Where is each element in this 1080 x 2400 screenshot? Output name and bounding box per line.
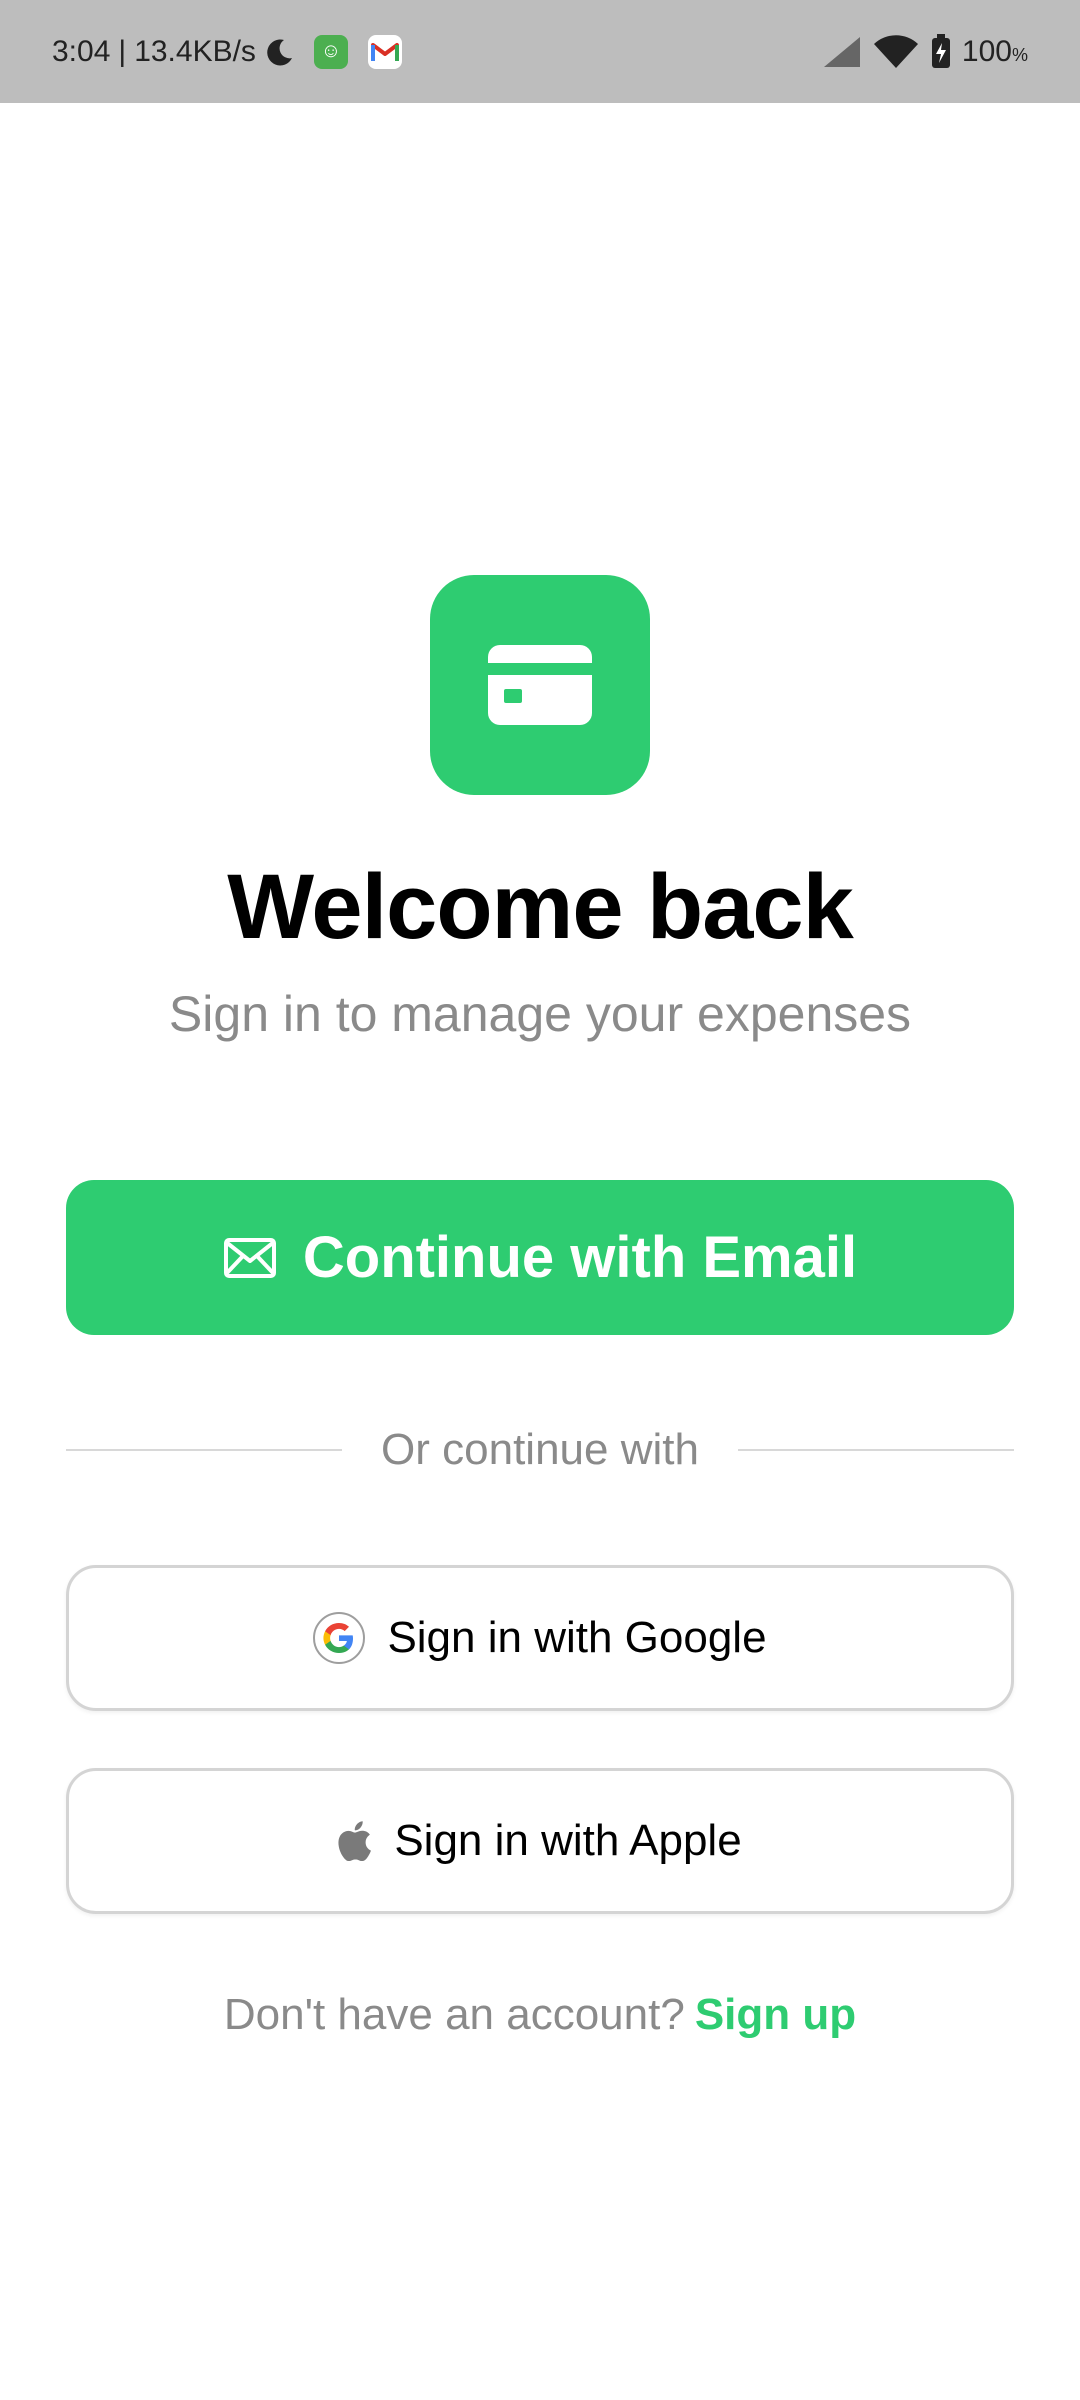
status-bar: 3:04 | 13.4KB/s ☺ 100% [0, 0, 1080, 103]
divider-text: Or continue with [381, 1425, 699, 1474]
battery-unit: % [1011, 44, 1028, 65]
sign-up-link[interactable]: Sign up [695, 1990, 856, 2039]
page-subtitle: Sign in to manage your expenses [168, 986, 912, 1042]
app-logo [430, 575, 650, 795]
continue-with-email-button[interactable]: Continue with Email [66, 1180, 1014, 1335]
gmail-icon [367, 34, 402, 69]
apple-icon [338, 1821, 372, 1861]
sign-in-with-apple-button[interactable]: Sign in with Apple [66, 1768, 1014, 1914]
google-icon [313, 1612, 366, 1664]
status-left: 3:04 | 13.4KB/s ☺ [52, 34, 402, 69]
battery-level: 100% [962, 35, 1028, 69]
email-button-label: Continue with Email [302, 1225, 858, 1290]
apple-button-label: Sign in with Apple [394, 1816, 742, 1865]
signup-prompt-text: Don't have an account? [223, 1990, 685, 2039]
battery-charging-icon [930, 33, 952, 70]
divider: Or continue with [66, 1420, 1014, 1480]
divider-line-left [66, 1449, 342, 1451]
envelope-icon [223, 1237, 276, 1278]
status-time: 3:04 [52, 34, 111, 68]
moon-icon [264, 36, 296, 68]
status-net-speed: 13.4KB/s [134, 34, 256, 68]
signup-prompt: Don't have an account? Sign up [0, 1990, 1080, 2040]
divider-line-right [738, 1449, 1014, 1451]
status-separator: | [118, 34, 127, 68]
google-button-label: Sign in with Google [387, 1613, 767, 1662]
status-right: 100% [822, 33, 1028, 70]
app-notification-icon: ☺ [313, 34, 348, 69]
page-title: Welcome back [227, 856, 854, 958]
battery-value: 100 [961, 34, 1012, 68]
signal-icon [822, 35, 862, 69]
sign-in-with-google-button[interactable]: Sign in with Google [66, 1565, 1014, 1711]
wifi-icon [872, 34, 920, 70]
credit-card-icon [488, 645, 592, 725]
